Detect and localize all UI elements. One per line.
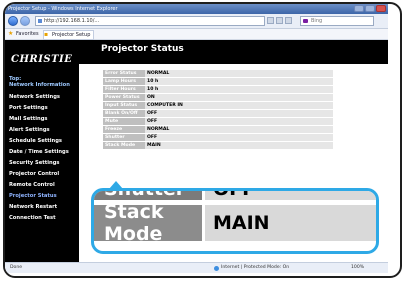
row-value: 10 h [145,85,333,94]
row-value: ON [145,93,333,102]
table-row: Blank On/Off OFF [103,109,333,118]
row-key: Freeze [103,125,145,134]
row-key: Error Status [103,70,145,78]
table-row: Freeze NORMAL [103,125,333,134]
row-value: NORMAL [145,70,333,78]
status-text: Done [10,265,23,270]
sidebar: CHRISTIE Top: Network Information Networ… [5,40,79,262]
table-row: Lamp Hours 10 h [103,77,333,86]
row-value: MAIN [145,141,333,150]
sidebar-item-network-settings[interactable]: Network Settings [5,94,79,105]
star-icon: ★ [8,30,14,37]
title-bar: Projector Setup - Windows Internet Explo… [5,4,388,14]
christie-logo: CHRISTIE [11,54,73,65]
row-value: NORMAL [145,125,333,134]
address-toolbar: http://192.168.1.10/... Bing [5,14,388,29]
favorites-label: Favorites [16,31,39,37]
row-value: COMPUTER IN [145,101,333,110]
refresh-icon[interactable] [276,17,283,24]
status-table: Error Status NORMAL Lamp Hours 10 h Filter… [103,70,333,150]
zoom-row: Shutter OFF [94,191,376,200]
tab-label: Projector Setup [52,32,91,38]
table-row: Filter Hours 10 h [103,85,333,94]
window-controls [354,5,386,12]
zoom-key: Shutter [94,191,202,200]
close-button[interactable] [376,5,386,12]
search-placeholder: Bing [311,18,323,24]
minimize-button[interactable] [354,5,364,12]
table-row: Error Status NORMAL [103,70,333,78]
sidebar-item-connection-test[interactable]: Connection Test [5,215,79,226]
row-value: 10 h [145,77,333,86]
sidebar-item-remote-control[interactable]: Remote Control [5,182,79,193]
page-tab-icon: ▪ [44,31,49,38]
sidebar-item-alert-settings[interactable]: Alert Settings [5,127,79,138]
forward-button[interactable] [20,16,30,26]
tab-projector-setup[interactable]: ▪ Projector Setup [43,30,95,40]
row-key: Input Status [103,101,145,110]
status-bar: Done Internet | Protected Mode: On 100% [5,262,388,273]
zoom-callout: Shutter OFF Stack Mode MAIN [91,188,379,254]
sidebar-nav: Top: Network Information Network Setting… [5,76,79,226]
row-key: Lamp Hours [103,77,145,86]
address-tools [267,17,292,24]
sidebar-item-date-time-settings[interactable]: Date / Time Settings [5,149,79,160]
content-header: Projector Status [79,40,388,64]
zoom-value: MAIN [205,205,376,241]
row-key: Mute [103,117,145,126]
security-zone[interactable]: Internet | Protected Mode: On [221,265,289,271]
table-row: Shutter OFF [103,133,333,142]
sidebar-item-schedule-settings[interactable]: Schedule Settings [5,138,79,149]
address-bar[interactable]: http://192.168.1.10/... [35,16,265,26]
zoom-value: OFF [205,191,376,200]
table-row: Stack Mode MAIN [103,141,333,150]
page-title: Projector Status [101,44,184,54]
zoom-level[interactable]: 100% [351,265,364,271]
sidebar-item-projector-control[interactable]: Projector Control [5,171,79,182]
row-value: OFF [145,117,333,126]
row-key: Stack Mode [103,141,145,150]
row-value: OFF [145,133,333,142]
row-key: Blank On/Off [103,109,145,118]
table-row: Input Status COMPUTER IN [103,101,333,110]
sidebar-item-top[interactable]: Top: Network Information [5,76,79,94]
row-key: Shutter [103,133,145,142]
sidebar-item-mail-settings[interactable]: Mail Settings [5,116,79,127]
page-icon [38,19,42,23]
table-row: Power Status ON [103,93,333,102]
sidebar-item-label: Network Information [9,82,70,88]
sidebar-item-network-restart[interactable]: Network Restart [5,204,79,215]
table-row: Mute OFF [103,117,333,126]
sidebar-item-projector-status[interactable]: Projector Status [5,193,79,204]
stop-icon[interactable] [285,17,292,24]
row-key: Filter Hours [103,85,145,94]
compatibility-icon[interactable] [267,17,274,24]
row-value: OFF [145,109,333,118]
row-key: Power Status [103,93,145,102]
back-button[interactable] [8,16,18,26]
callout-frame: Projector Setup - Windows Internet Explo… [3,2,402,278]
zoom-key: Stack Mode [94,201,202,245]
sidebar-item-security-settings[interactable]: Security Settings [5,160,79,171]
search-input[interactable]: Bing [300,16,374,26]
zoom-row: Stack Mode MAIN [94,201,376,245]
bing-icon [303,19,308,23]
favorites-button[interactable]: ★ Favorites [8,30,39,38]
address-text: http://192.168.1.10/... [44,18,100,24]
window-title: Projector Setup - Windows Internet Explo… [8,6,118,12]
favorites-bar: ★ Favorites ▪ Projector Setup [5,29,388,40]
sidebar-item-port-settings[interactable]: Port Settings [5,105,79,116]
globe-icon [214,266,219,271]
maximize-button[interactable] [365,5,375,12]
